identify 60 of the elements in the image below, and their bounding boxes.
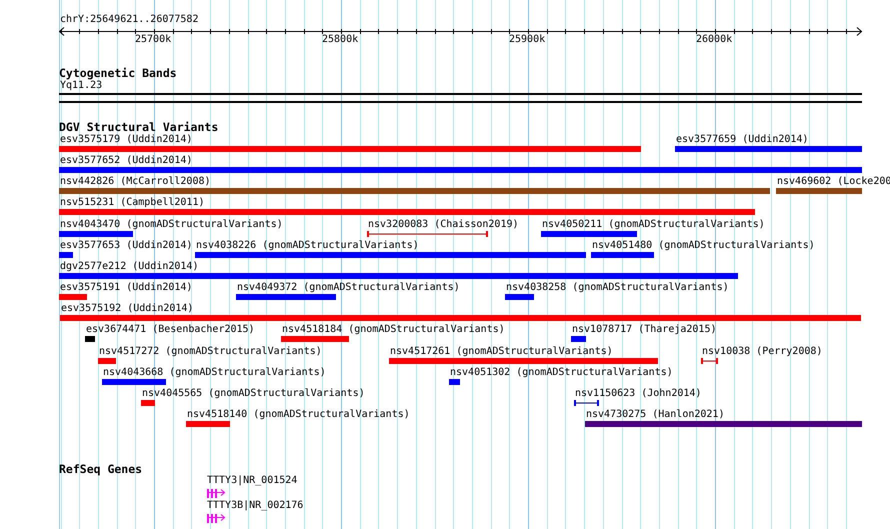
- variant-label: esv3575192 (Uddin2014): [61, 303, 194, 316]
- variant-label: nsv4045565 (gnomADStructuralVariants): [142, 388, 365, 400]
- variant-label: nsv4518184 (gnomADStructuralVariants): [282, 324, 505, 336]
- variant-label: nsv4051302 (gnomADStructuralVariants): [450, 366, 673, 379]
- track-title: DGV Structural Variants: [59, 121, 218, 134]
- variant-bar[interactable]: [776, 188, 862, 194]
- variant-label: nsv4038226 (gnomADStructuralVariants): [196, 240, 419, 252]
- variant-bar[interactable]: [236, 294, 336, 300]
- variant-label: esv3577659 (Uddin2014): [676, 134, 808, 146]
- variant-label: nsv1078717 (Thareja2015): [572, 324, 716, 336]
- tick-label: 25800k: [322, 34, 358, 46]
- variant-label: nsv515231 (Campbell2011): [60, 197, 204, 210]
- variant-label: esv3575179 (Uddin2014): [60, 134, 192, 146]
- variant-label: dgv2577e212 (Uddin2014): [60, 260, 198, 273]
- track-title: Cytogenetic Bands: [59, 67, 177, 80]
- variant-label: esv3575191 (Uddin2014): [60, 282, 192, 294]
- variant-bar[interactable]: [449, 378, 460, 385]
- variant-label: nsv4730275 (Hanlon2021): [586, 408, 724, 421]
- variant-label: nsv1150623 (John2014): [575, 388, 702, 400]
- variant-label: nsv442826 (McCarroll2008): [60, 176, 211, 188]
- location-label: chrY:25649621..26077582: [60, 14, 198, 26]
- variant-bar[interactable]: [505, 294, 534, 300]
- variant-label: nsv4517272 (gnomADStructuralVariants): [99, 346, 322, 358]
- variant-interval[interactable]: [701, 358, 718, 364]
- variant-bar[interactable]: [85, 336, 95, 342]
- variant-label: nsv4051480 (gnomADStructuralVariants): [592, 240, 815, 252]
- gene-label: TTTY3|NR_001524: [207, 475, 298, 487]
- variant-label: nsv4050211 (gnomADStructuralVariants): [542, 218, 765, 231]
- variant-label: nsv4038258 (gnomADStructuralVariants): [506, 282, 729, 294]
- variant-label: esv3577652 (Uddin2014): [60, 155, 192, 168]
- variant-label: nsv4049372 (gnomADStructuralVariants): [237, 282, 460, 294]
- track-title: RefSeq Genes: [59, 463, 142, 476]
- variant-label: nsv4043668 (gnomADStructuralVariants): [103, 366, 326, 379]
- variant-label: nsv4043470 (gnomADStructuralVariants): [60, 218, 283, 231]
- variant-interval[interactable]: [574, 400, 599, 406]
- variant-label: esv3674471 (Besenbacher2015): [86, 324, 255, 336]
- variant-bar[interactable]: [59, 252, 73, 258]
- variant-bar[interactable]: [591, 252, 654, 258]
- variant-bar[interactable]: [571, 336, 586, 342]
- variant-bar[interactable]: [59, 188, 770, 194]
- variant-bar[interactable]: [59, 230, 133, 237]
- tick-label: 26000k: [696, 34, 732, 46]
- variant-label: nsv4517261 (gnomADStructuralVariants): [390, 346, 613, 358]
- variant-bar[interactable]: [59, 167, 862, 174]
- variant-label: nsv4518140 (gnomADStructuralVariants): [187, 408, 410, 421]
- gene-feature[interactable]: [207, 487, 227, 498]
- variant-interval[interactable]: [367, 230, 488, 237]
- tick-label: 25700k: [135, 34, 172, 46]
- gene-label: TTTY3B|NR_002176: [207, 500, 304, 512]
- gene-feature[interactable]: [207, 512, 227, 523]
- variant-label: esv3577653 (Uddin2014): [60, 240, 192, 252]
- tick-label: 25900k: [509, 34, 546, 46]
- variant-label: nsv10038 (Perry2008): [702, 346, 822, 358]
- band-label: Yq11.23: [60, 80, 102, 92]
- variant-label: nsv3200083 (Chaisson2019): [368, 218, 519, 231]
- variant-bar[interactable]: [585, 420, 862, 427]
- variant-bar[interactable]: [195, 252, 586, 258]
- variant-bar[interactable]: [59, 272, 738, 279]
- variant-bar[interactable]: [541, 230, 637, 237]
- variant-bar[interactable]: [102, 378, 166, 385]
